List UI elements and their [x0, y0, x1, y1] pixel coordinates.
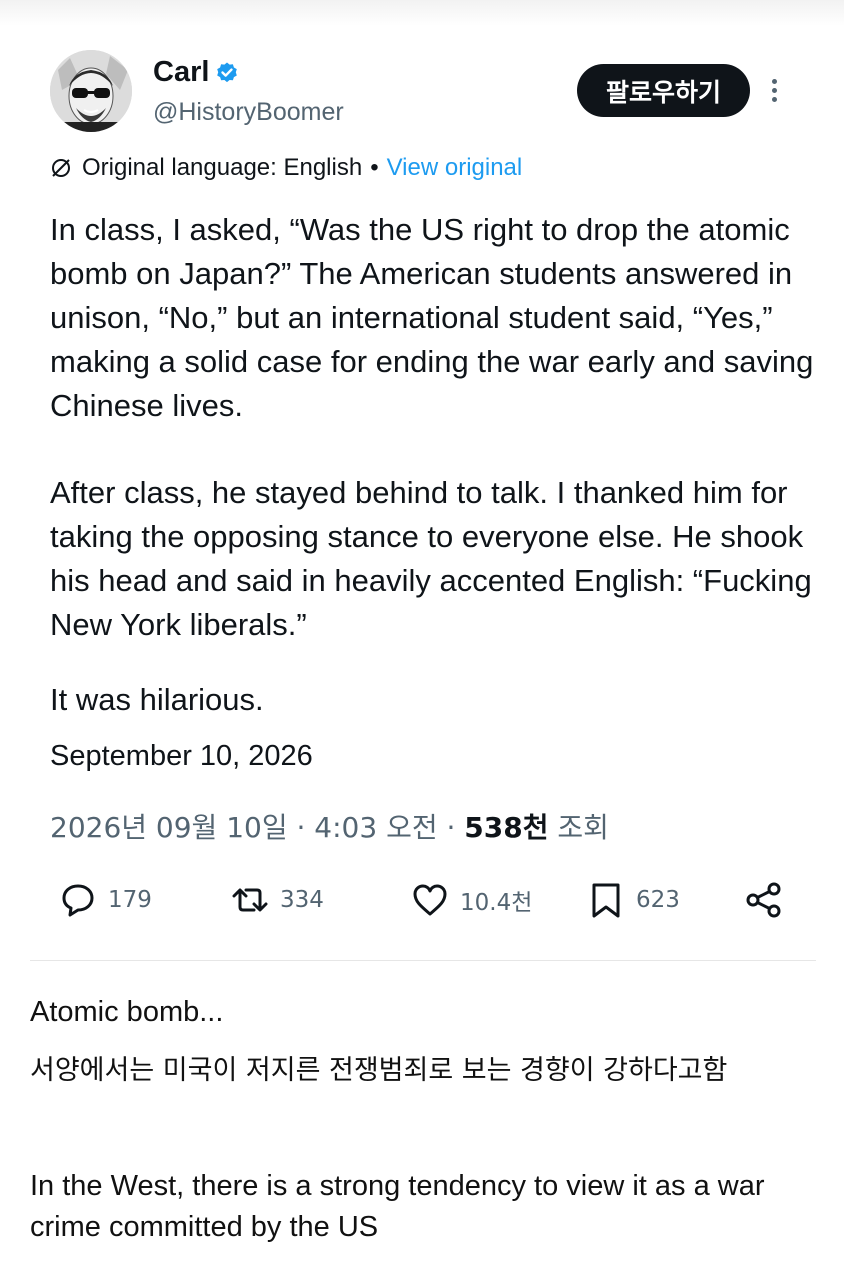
bookmark-button[interactable]: 623 [586, 880, 680, 920]
verified-badge-icon [215, 61, 239, 85]
view-original-link[interactable]: View original [387, 154, 523, 182]
bookmark-icon [592, 883, 620, 918]
tweet-meta: 2026년 09월 10일 · 4:03 오전 · 538천 조회 [50, 806, 609, 846]
views-count: 538천 [464, 811, 549, 844]
tweet-paragraph: It was hilarious. [50, 682, 264, 717]
no-translate-icon [52, 159, 70, 177]
action-bar: 179 334 10.4천 623 [58, 880, 798, 928]
divider [30, 960, 816, 961]
separator-dot: • [370, 154, 379, 181]
follow-button[interactable]: 팔로우하기 [577, 64, 750, 117]
caption-korean: 서양에서는 미국이 저지른 전쟁범죄로 보는 경향이 강하다고함 [30, 1055, 728, 1086]
tweet-date: September 10, 2026 [50, 740, 313, 772]
tweet-paragraph: In class, I asked, “Was the US right to … [50, 212, 814, 423]
reply-icon [62, 884, 94, 917]
top-fade [0, 0, 844, 26]
translation-notice: Original language: English • View origin… [50, 154, 522, 182]
views-label: 조회 [548, 811, 609, 844]
bookmark-count: 623 [636, 887, 680, 913]
caption-title: Atomic bomb... [30, 996, 224, 1028]
caption-english: In the West, there is a strong tendency … [30, 1170, 765, 1243]
author-name[interactable]: Carl [153, 56, 209, 89]
repost-count: 334 [280, 887, 324, 913]
tweet-header: Carl @HistoryBoomer 팔로우하기 [50, 50, 790, 134]
like-button[interactable]: 10.4천 [410, 880, 532, 920]
repost-icon [232, 888, 268, 912]
repost-button[interactable]: 334 [230, 880, 324, 920]
like-icon [413, 884, 447, 916]
share-button[interactable] [744, 880, 794, 920]
reply-button[interactable]: 179 [58, 880, 152, 920]
reply-count: 179 [108, 887, 152, 913]
author-name-row: Carl [153, 56, 239, 89]
translation-label: Original language: English [82, 154, 363, 181]
like-count: 10.4천 [460, 890, 533, 916]
tweet-paragraph: After class, he stayed behind to talk. I… [50, 475, 812, 642]
author-handle[interactable]: @HistoryBoomer [153, 98, 344, 127]
avatar[interactable] [50, 50, 132, 132]
more-options-icon[interactable] [766, 76, 782, 108]
share-icon [746, 882, 781, 918]
timestamp[interactable]: 2026년 09월 10일 · 4:03 오전 · [50, 811, 464, 844]
